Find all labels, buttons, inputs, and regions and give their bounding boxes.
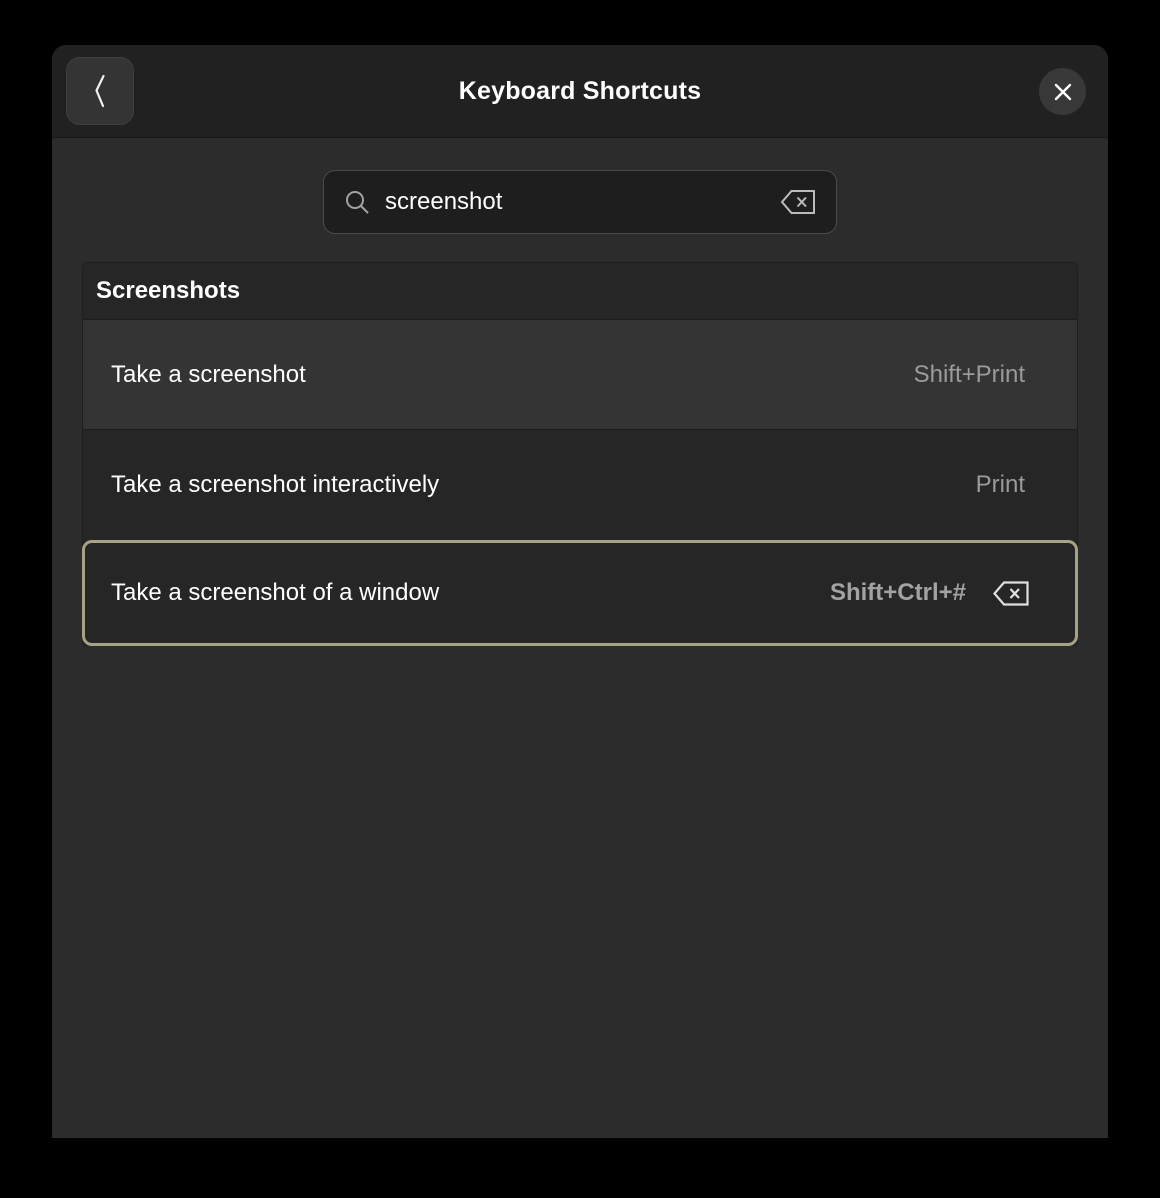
shortcut-label: Take a screenshot — [111, 361, 306, 389]
shortcut-accelerator: Shift+Print — [914, 361, 1025, 389]
shortcut-label: Take a screenshot of a window — [111, 579, 439, 607]
keyboard-shortcuts-window: Keyboard Shortcuts — [52, 45, 1108, 1138]
shortcut-row-end: Shift+Ctrl+# — [830, 579, 1030, 607]
search-icon — [344, 189, 371, 216]
shortcut-row-take-a-screenshot[interactable]: Take a screenshot Shift+Print — [83, 320, 1077, 430]
shortcut-accelerator: Shift+Ctrl+# — [830, 579, 966, 607]
shortcut-row-take-a-screenshot-interactively[interactable]: Take a screenshot interactively Print — [83, 430, 1077, 540]
back-button[interactable] — [66, 57, 134, 125]
shortcut-label: Take a screenshot interactively — [111, 471, 439, 499]
search-area — [52, 170, 1108, 234]
close-button[interactable] — [1039, 68, 1086, 115]
backspace-reset-icon[interactable] — [992, 580, 1030, 607]
search-input[interactable] — [385, 188, 780, 216]
chevron-left-icon — [87, 72, 113, 110]
shortcuts-list: Screenshots Take a screenshot Shift+Prin… — [82, 262, 1078, 646]
shortcut-accelerator: Print — [976, 471, 1025, 499]
shortcut-row-take-a-screenshot-of-a-window[interactable]: Take a screenshot of a window Shift+Ctrl… — [82, 540, 1078, 646]
backspace-clear-icon[interactable] — [780, 189, 816, 215]
search-entry[interactable] — [323, 170, 837, 234]
close-icon — [1052, 81, 1074, 103]
headerbar: Keyboard Shortcuts — [52, 45, 1108, 138]
page-title: Keyboard Shortcuts — [52, 77, 1108, 106]
section-header: Screenshots — [83, 263, 1077, 320]
